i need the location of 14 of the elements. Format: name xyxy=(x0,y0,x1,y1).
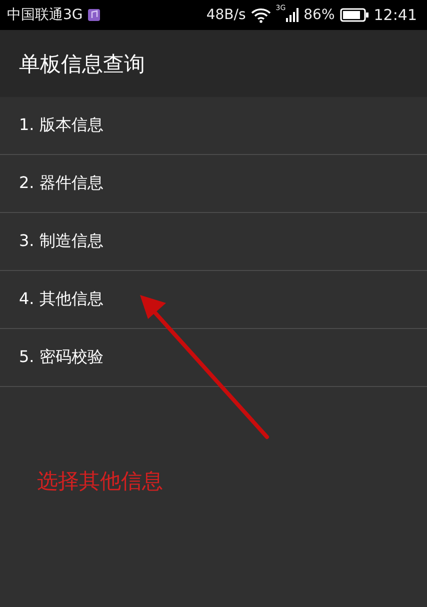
network-speed: 48B/s xyxy=(206,7,246,23)
carrier-name: 中国联通3G xyxy=(7,6,83,24)
notification-icon xyxy=(88,9,100,21)
annotation-text: 选择其他信息 xyxy=(37,468,164,495)
menu-item[interactable]: 3. 制造信息 xyxy=(0,213,427,271)
wifi-icon xyxy=(250,8,271,22)
menu-item[interactable]: 5. 密码校验 xyxy=(0,329,427,387)
menu-item[interactable]: 1. 版本信息 xyxy=(0,97,427,155)
clock: 12:41 xyxy=(374,6,417,24)
battery-icon xyxy=(340,8,369,22)
battery-percent: 86% xyxy=(304,7,335,23)
signal-icon xyxy=(286,8,299,22)
screen-title: 单板信息查询 xyxy=(19,50,145,78)
menu-item[interactable]: 2. 器件信息 xyxy=(0,155,427,213)
